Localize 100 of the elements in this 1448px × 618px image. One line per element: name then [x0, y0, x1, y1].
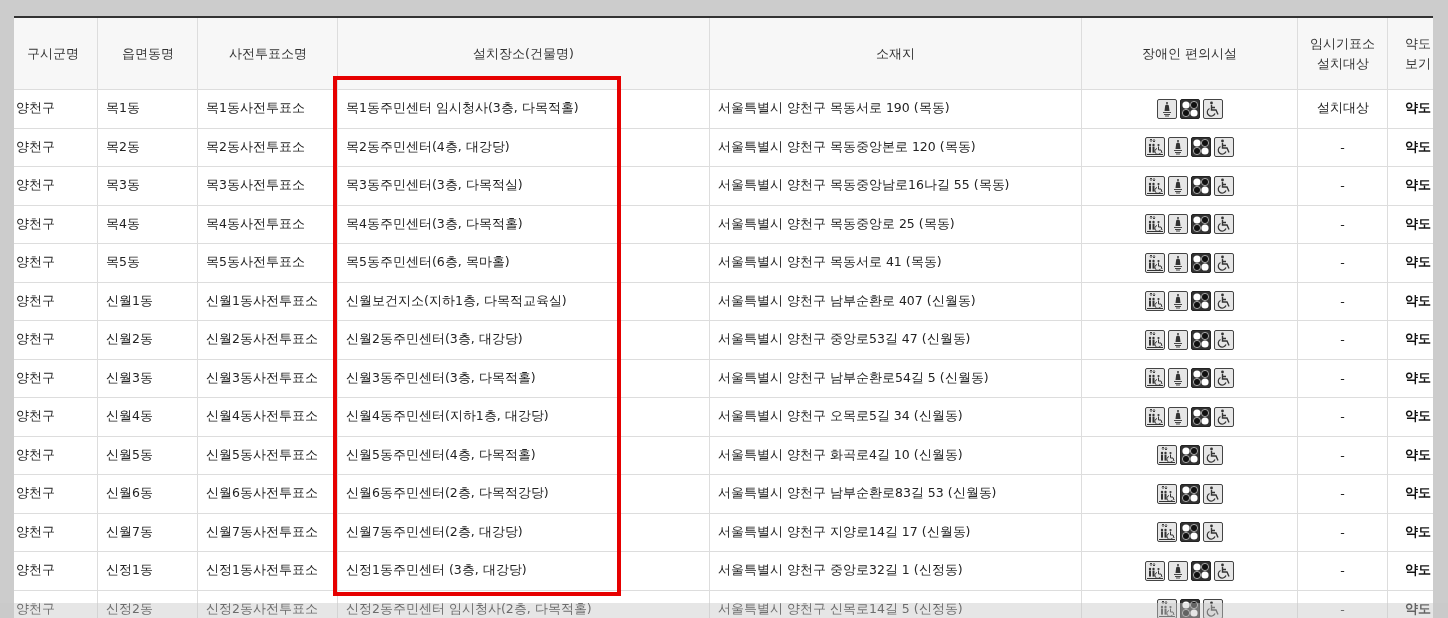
column-header: 약도 보기: [1388, 18, 1433, 90]
people-arrows-icon: [1145, 329, 1165, 350]
table-cell: 양천구: [14, 513, 98, 552]
bell-icon: [1168, 329, 1188, 350]
map-link[interactable]: 약도: [1404, 100, 1431, 118]
dots-icon: [1191, 560, 1211, 581]
map-link[interactable]: 약도: [1404, 254, 1431, 272]
wheelchair-icon: [1214, 329, 1234, 350]
table-cell: 신월1동사전투표소: [198, 282, 338, 321]
table-cell: 신월4동: [98, 398, 198, 437]
table-cell: -: [1298, 205, 1388, 244]
map-link[interactable]: 약도: [1404, 562, 1431, 580]
table-cell: 신정2동주민센터 임시청사(2층, 다목적홀): [338, 590, 710, 618]
table-cell: 양천구: [14, 167, 98, 206]
bell-icon: [1168, 291, 1188, 312]
table-cell: -: [1298, 128, 1388, 167]
table-cell: 목5동: [98, 244, 198, 283]
table-cell: 목5동주민센터(6층, 목마홀): [338, 244, 710, 283]
table-cell: -: [1298, 282, 1388, 321]
bell-icon: [1168, 137, 1188, 158]
table-cell: 신정1동주민센터 (3층, 대강당): [338, 552, 710, 591]
table-cell: 양천구: [14, 590, 98, 618]
dots-icon: [1191, 329, 1211, 350]
table-cell: 양천구: [14, 398, 98, 437]
wheelchair-icon: [1202, 599, 1223, 618]
table-cell: 서울특별시 양천구 남부순환로83길 53 (신월동): [710, 475, 1082, 514]
table-cell: -: [1298, 167, 1388, 206]
column-header: 사전투표소명: [198, 18, 338, 90]
table-cell: 목1동: [98, 90, 198, 129]
table-cell: 양천구: [14, 359, 98, 398]
table-cell: 신월2동: [98, 321, 198, 360]
table-cell: -: [1298, 475, 1388, 514]
wheelchair-icon: [1214, 406, 1234, 427]
map-link[interactable]: 약도: [1404, 138, 1431, 156]
column-header: 장애인 편의시설: [1082, 18, 1298, 90]
table-cell: -: [1298, 436, 1388, 475]
table-cell: 양천구: [14, 244, 98, 283]
column-header: 소재지: [710, 18, 1082, 90]
table-cell: 서울특별시 양천구 신목로14길 5 (신정동): [710, 590, 1082, 618]
dots-icon: [1191, 368, 1211, 389]
table-cell: 목3동사전투표소: [198, 167, 338, 206]
map-link[interactable]: 약도: [1404, 215, 1431, 233]
table-cell: 신월3동: [98, 359, 198, 398]
table-cell: 신월6동사전투표소: [198, 475, 338, 514]
map-link[interactable]: 약도: [1404, 485, 1431, 503]
table-cell: 신월7동주민센터(2층, 대강당): [338, 513, 710, 552]
dots-icon: [1179, 98, 1200, 119]
table-cell: 신월보건지소(지하1층, 다목적교육실): [338, 282, 710, 321]
dots-icon: [1179, 445, 1200, 466]
table-cell: 서울특별시 양천구 중앙로32길 1 (신정동): [710, 552, 1082, 591]
table-cell: 서울특별시 양천구 목동서로 190 (목동): [710, 90, 1082, 129]
dots-icon: [1191, 175, 1211, 196]
bell-icon: [1168, 560, 1188, 581]
table-cell: 서울특별시 양천구 목동서로 41 (목동): [710, 244, 1082, 283]
table-cell: 서울특별시 양천구 남부순환로 407 (신월동): [710, 282, 1082, 321]
dots-icon: [1191, 252, 1211, 273]
people-arrows-icon: [1145, 252, 1165, 273]
map-link[interactable]: 약도: [1404, 292, 1431, 310]
table-cell: -: [1298, 552, 1388, 591]
map-link[interactable]: 약도: [1404, 408, 1431, 426]
table-cell: 신정1동: [98, 552, 198, 591]
column-header: 읍면동명: [98, 18, 198, 90]
table-cell: 신월2동주민센터(3층, 대강당): [338, 321, 710, 360]
wheelchair-icon: [1214, 214, 1234, 235]
wheelchair-icon: [1214, 137, 1234, 158]
table-cell: 신월5동주민센터(4층, 다목적홀): [338, 436, 710, 475]
people-arrows-icon: [1145, 406, 1165, 427]
table-cell: 목2동: [98, 128, 198, 167]
table-cell: 양천구: [14, 436, 98, 475]
map-link[interactable]: 약도: [1404, 331, 1431, 349]
table-cell: 목5동사전투표소: [198, 244, 338, 283]
people-arrows-icon: [1145, 137, 1165, 158]
dots-icon: [1191, 214, 1211, 235]
people-arrows-icon: [1145, 560, 1165, 581]
column-header: 설치장소(건물명): [338, 18, 710, 90]
table-cell: 목3동: [98, 167, 198, 206]
people-arrows-icon: [1145, 368, 1165, 389]
table-cell: 신월7동: [98, 513, 198, 552]
table-cell: -: [1298, 359, 1388, 398]
table-cell: 서울특별시 양천구 화곡로4길 10 (신월동): [710, 436, 1082, 475]
map-link[interactable]: 약도: [1404, 523, 1431, 541]
wheelchair-icon: [1214, 291, 1234, 312]
people-arrows-icon: [1156, 599, 1177, 618]
table-cell: 신월1동: [98, 282, 198, 321]
people-arrows-icon: [1145, 214, 1165, 235]
table-cell: 서울특별시 양천구 중앙로53길 47 (신월동): [710, 321, 1082, 360]
table-cell: 목4동: [98, 205, 198, 244]
table-cell: 양천구: [14, 475, 98, 514]
table-cell: 목1동사전투표소: [198, 90, 338, 129]
table-cell: 신월7동사전투표소: [198, 513, 338, 552]
table-cell: 서울특별시 양천구 목동중앙본로 120 (목동): [710, 128, 1082, 167]
map-link[interactable]: 약도: [1404, 446, 1431, 464]
table-cell: 양천구: [14, 552, 98, 591]
map-link[interactable]: 약도: [1404, 369, 1431, 387]
dots-icon: [1191, 137, 1211, 158]
wheelchair-icon: [1214, 560, 1234, 581]
wheelchair-icon: [1214, 368, 1234, 389]
table-cell: 신정2동: [98, 590, 198, 618]
map-link[interactable]: 약도: [1404, 600, 1431, 618]
map-link[interactable]: 약도: [1404, 177, 1431, 195]
